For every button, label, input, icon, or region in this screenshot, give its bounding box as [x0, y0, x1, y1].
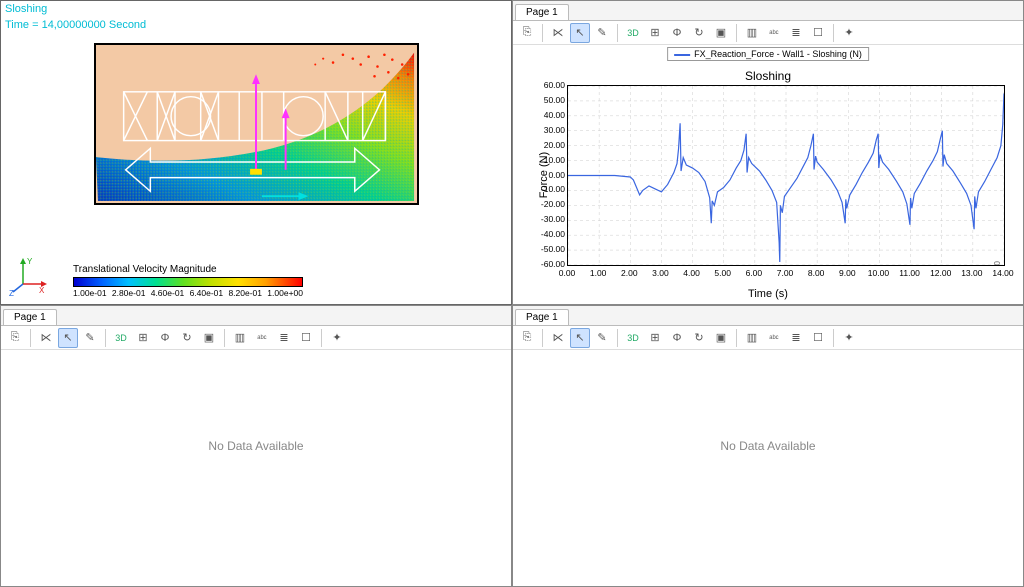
phi-icon[interactable]: Φ [155, 328, 175, 348]
box-icon[interactable]: ☐ [808, 23, 828, 43]
svg-text:X: X [39, 286, 45, 295]
sim-title-line1: Sloshing [1, 1, 511, 17]
cursor-icon[interactable]: ↖ [58, 328, 78, 348]
three-d-icon[interactable]: 3D [623, 328, 643, 348]
box-icon[interactable]: ☐ [808, 328, 828, 348]
svg-text:14.00: 14.00 [993, 260, 1002, 265]
particle-field-svg [96, 45, 417, 203]
bar-icon[interactable]: ▥ [742, 23, 762, 43]
brush-icon[interactable]: ✎ [80, 328, 100, 348]
layers-icon[interactable]: ▣ [711, 328, 731, 348]
brush-icon[interactable]: ✎ [592, 23, 612, 43]
list-icon[interactable]: ≣ [274, 328, 294, 348]
bottom-right-panel: Page 1 ⎘ ⋉ ↖ ✎ 3D ⊞ Φ ↻ ▣ ▥ ᵃᵇᶜ ≣ ☐ ✦ No… [512, 305, 1024, 587]
wand-icon[interactable]: ✦ [327, 328, 347, 348]
wand-icon[interactable]: ✦ [839, 328, 859, 348]
abc-icon[interactable]: ᵃᵇᶜ [764, 23, 784, 43]
three-d-icon[interactable]: 3D [623, 23, 643, 43]
bar-icon[interactable]: ▥ [230, 328, 250, 348]
plot-svg: 14.00 [568, 86, 1004, 265]
tab-page1[interactable]: Page 1 [515, 309, 569, 325]
copy-icon[interactable]: ⎘ [517, 328, 537, 348]
plot-box: 14.00 [567, 85, 1005, 266]
svg-text:Y: Y [27, 257, 33, 266]
no-data-label: No Data Available [208, 439, 303, 453]
sim-render-area[interactable] [1, 33, 511, 266]
phi-icon[interactable]: Φ [667, 23, 687, 43]
no-data-label: No Data Available [720, 439, 815, 453]
axes-icon[interactable]: ⊞ [645, 23, 665, 43]
copy-icon[interactable]: ⎘ [5, 328, 25, 348]
colorbar [73, 277, 303, 287]
svg-text:Z: Z [9, 289, 14, 296]
tab-strip: Page 1 [513, 1, 1023, 21]
chart-title: Sloshing [521, 69, 1015, 83]
copy-icon[interactable]: ⎘ [517, 23, 537, 43]
chart-panel: Page 1 ⎘ ⋉ ↖ ✎ 3D ⊞ Φ ↻ ▣ ▥ ᵃᵇᶜ ≣ ☐ ✦ FX… [512, 0, 1024, 305]
line-chart-icon[interactable]: ⋉ [548, 23, 568, 43]
three-d-icon[interactable]: 3D [111, 328, 131, 348]
rotate-icon[interactable]: ↻ [689, 23, 709, 43]
list-icon[interactable]: ≣ [786, 23, 806, 43]
line-chart-icon[interactable]: ⋉ [548, 328, 568, 348]
abc-icon[interactable]: ᵃᵇᶜ [764, 328, 784, 348]
cursor-icon[interactable]: ↖ [570, 23, 590, 43]
chart-xlabel: Time (s) [748, 288, 788, 300]
sim-title-line2: Time = 14,00000000 Second [1, 17, 511, 33]
simulation-viewport[interactable]: Sloshing Time = 14,00000000 Second [0, 0, 512, 305]
layers-icon[interactable]: ▣ [711, 23, 731, 43]
chart-area[interactable]: FX_Reaction_Force - Wall1 - Sloshing (N)… [513, 45, 1023, 304]
color-legend: Translational Velocity Magnitude 1.00e-0… [73, 264, 303, 298]
tab-page1[interactable]: Page 1 [515, 4, 569, 20]
toolbar: ⎘ ⋉ ↖ ✎ 3D ⊞ Φ ↻ ▣ ▥ ᵃᵇᶜ ≣ ☐ ✦ [513, 326, 1023, 350]
tab-page1[interactable]: Page 1 [3, 309, 57, 325]
axis-triad: Y X Z [9, 256, 49, 298]
brush-icon[interactable]: ✎ [592, 328, 612, 348]
bottom-left-panel: Page 1 ⎘ ⋉ ↖ ✎ 3D ⊞ Φ ↻ ▣ ▥ ᵃᵇᶜ ≣ ☐ ✦ No… [0, 305, 512, 587]
wand-icon[interactable]: ✦ [839, 23, 859, 43]
legend-ticks: 1.00e-01 2.80e-01 4.60e-01 6.40e-01 8.20… [73, 288, 303, 298]
abc-icon[interactable]: ᵃᵇᶜ [252, 328, 272, 348]
cursor-icon[interactable]: ↖ [570, 328, 590, 348]
rotate-icon[interactable]: ↻ [177, 328, 197, 348]
bar-icon[interactable]: ▥ [742, 328, 762, 348]
box-icon[interactable]: ☐ [296, 328, 316, 348]
tank-body [94, 43, 419, 205]
line-chart-icon[interactable]: ⋉ [36, 328, 56, 348]
toolbar: ⎘ ⋉ ↖ ✎ 3D ⊞ Φ ↻ ▣ ▥ ᵃᵇᶜ ≣ ☐ ✦ [1, 326, 511, 350]
rotate-icon[interactable]: ↻ [689, 328, 709, 348]
axes-icon[interactable]: ⊞ [133, 328, 153, 348]
chart-legend: FX_Reaction_Force - Wall1 - Sloshing (N) [667, 47, 869, 61]
list-icon[interactable]: ≣ [786, 328, 806, 348]
phi-icon[interactable]: Φ [667, 328, 687, 348]
tab-strip: Page 1 [1, 306, 511, 326]
axes-icon[interactable]: ⊞ [645, 328, 665, 348]
legend-title: Translational Velocity Magnitude [73, 264, 303, 275]
chart-toolbar: ⎘ ⋉ ↖ ✎ 3D ⊞ Φ ↻ ▣ ▥ ᵃᵇᶜ ≣ ☐ ✦ [513, 21, 1023, 45]
tab-strip: Page 1 [513, 306, 1023, 326]
layers-icon[interactable]: ▣ [199, 328, 219, 348]
